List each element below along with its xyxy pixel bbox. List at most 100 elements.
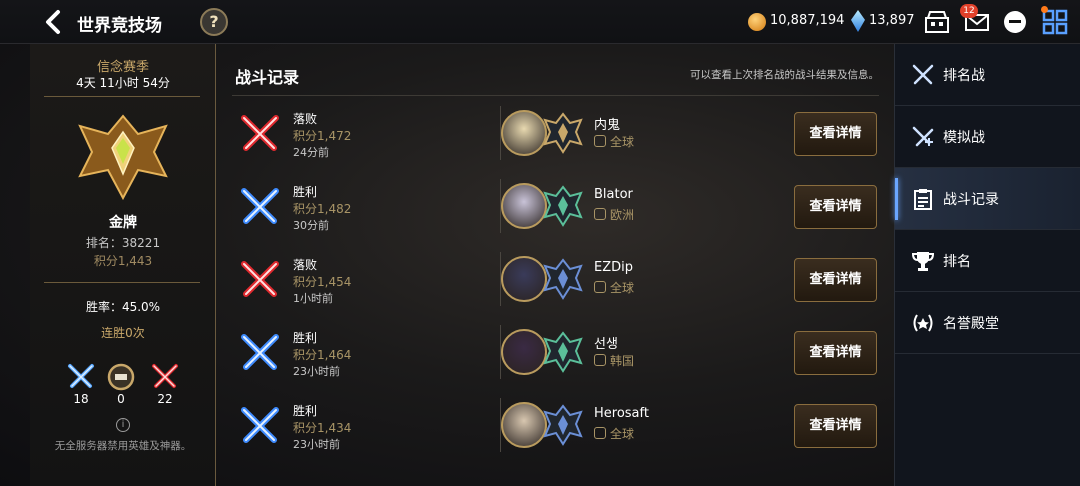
season-name: 信念赛季 (96, 60, 149, 75)
gold-rank-emblem-icon (78, 114, 168, 201)
server-label: 全球 (610, 135, 635, 149)
opponent-server: 韩国 (594, 352, 634, 369)
list-divider (232, 95, 879, 96)
opponent-name: 内鬼 (594, 118, 621, 133)
loss-swords-icon (152, 364, 178, 388)
nav-item-mock-battle[interactable]: 模拟战 (895, 106, 1080, 168)
crystal-amount: 13,897 (869, 13, 915, 28)
server-label: 全球 (610, 427, 635, 441)
result-time: 23小时前 (293, 438, 340, 451)
view-details-button[interactable]: 查看详情 (794, 331, 877, 375)
server-label: 韩国 (610, 354, 635, 368)
nav-label: 名誉殿堂 (943, 316, 999, 332)
help-button[interactable]: ? (200, 8, 228, 36)
result-label: 落败 (293, 112, 318, 126)
season-time-left: 4天 11小时 54分 (76, 76, 170, 90)
view-details-button[interactable]: 查看详情 (794, 112, 877, 156)
player-summary-panel: 信念赛季 4天 11小时 54分 金牌 排名：38221 积分1,443 胜率：… (30, 44, 216, 486)
opponent-rank-emblem-icon (543, 331, 583, 373)
nav-label: 模拟战 (943, 130, 985, 146)
opponent-name: Herosaft (594, 406, 649, 421)
server-icon (594, 281, 606, 293)
result-label: 落败 (293, 258, 318, 272)
chat-icon[interactable] (1002, 9, 1028, 35)
arena-nav: 排名战 模拟战 战斗记录 排名 名誉殿堂 (894, 44, 1080, 486)
laurel-icon (913, 314, 933, 332)
losses-count: 22 (157, 392, 173, 406)
opponent-name: Blator (594, 187, 633, 202)
sword-plus-icon (912, 126, 934, 147)
server-icon (594, 135, 606, 147)
battle-record-hint: 可以查看上次排名战的战斗结果及信息。 (690, 69, 879, 81)
shop-icon[interactable] (924, 9, 950, 35)
top-bar: 世界竞技场 ? 10,887,194 13,897 12 (0, 0, 1080, 44)
opponent-name: EZDip (594, 260, 633, 275)
result-points: 积分1,482 (293, 202, 352, 216)
opponent-rank-emblem-icon (543, 258, 583, 300)
defeat-swords-icon (241, 115, 279, 151)
clipboard-icon (914, 189, 932, 210)
battle-record-row: 胜利积分1,464 23小时前 선생 韩国 查看详情 (232, 317, 879, 385)
notification-dot (1041, 6, 1048, 13)
view-details-button[interactable]: 查看详情 (794, 185, 877, 229)
server-icon (594, 354, 606, 366)
page-title: 世界竞技场 (77, 16, 162, 36)
nav-item-ranked-battle[interactable]: 排名战 (895, 44, 1080, 106)
result-label: 胜利 (293, 331, 318, 345)
result-label: 胜利 (293, 404, 318, 418)
gold-coin-icon (748, 13, 766, 31)
opponent-server: 欧洲 (594, 206, 634, 223)
nav-item-hall-of-fame[interactable]: 名誉殿堂 (895, 292, 1080, 354)
battle-record-row: 落败积分1,454 1小时前 EZDip 全球 查看详情 (232, 244, 879, 312)
battle-record-row: 胜利积分1,434 23小时前 Herosaft 全球 查看详情 (232, 390, 879, 458)
draw-icon (107, 363, 135, 391)
result-points: 积分1,434 (293, 421, 352, 435)
battle-record-row: 胜利 积分1,482 30分前 Blator 欧洲 查看详情 (232, 171, 879, 239)
info-icon[interactable]: i (116, 418, 130, 432)
result-time: 24分前 (293, 146, 329, 159)
result-time: 23小时前 (293, 365, 340, 378)
view-details-button[interactable]: 查看详情 (794, 258, 877, 302)
view-details-button[interactable]: 查看详情 (794, 404, 877, 448)
victory-swords-icon (241, 188, 279, 224)
trophy-icon (911, 252, 935, 271)
crossed-swords-icon (912, 64, 934, 85)
draws-count: 0 (117, 392, 125, 406)
wins-count: 18 (73, 392, 89, 406)
nav-label: 战斗记录 (943, 192, 999, 208)
result-points: 积分1,464 (293, 348, 352, 362)
divider (44, 96, 200, 97)
menu-grid-icon[interactable] (1042, 9, 1068, 35)
victory-swords-icon (241, 407, 279, 443)
result-label: 胜利 (293, 185, 318, 199)
opponent-rank-emblem-icon (543, 112, 583, 154)
server-icon (594, 208, 606, 220)
nav-label: 排名 (943, 254, 971, 270)
battle-record-title: 战斗记录 (235, 68, 300, 87)
win-streak: 连胜0次 (101, 326, 145, 340)
battle-record-row: 落败积分1,472 24分前 内鬼全球 查看详情 (232, 98, 879, 166)
opponent-server: 全球 (594, 133, 634, 150)
divider (44, 282, 200, 283)
opponent-rank-emblem-icon (543, 185, 583, 227)
player-points: 积分1,443 (93, 254, 153, 268)
win-swords-icon (68, 364, 94, 388)
opponent-server: 全球 (594, 279, 634, 296)
defeat-swords-icon (241, 261, 279, 297)
nav-item-ranking[interactable]: 排名 (895, 230, 1080, 292)
server-label: 欧洲 (610, 208, 635, 222)
ban-note: 无全服务器禁用英雄及神器。 (54, 440, 192, 452)
opponent-server: 全球 (594, 425, 634, 442)
server-icon (594, 427, 606, 439)
nav-item-battle-record[interactable]: 战斗记录 (895, 168, 1080, 230)
result-points: 积分1,472 (293, 129, 352, 143)
opponent-rank-emblem-icon (543, 404, 583, 446)
opponent-name: 선생 (594, 337, 618, 352)
result-points: 积分1,454 (293, 275, 352, 289)
player-rank: 排名：38221 (85, 236, 161, 250)
mail-count-badge: 12 (960, 4, 978, 18)
result-time: 1小时前 (293, 292, 333, 305)
tier-name: 金牌 (109, 215, 137, 231)
back-arrow-icon[interactable] (40, 8, 68, 36)
gold-amount: 10,887,194 (770, 13, 845, 28)
